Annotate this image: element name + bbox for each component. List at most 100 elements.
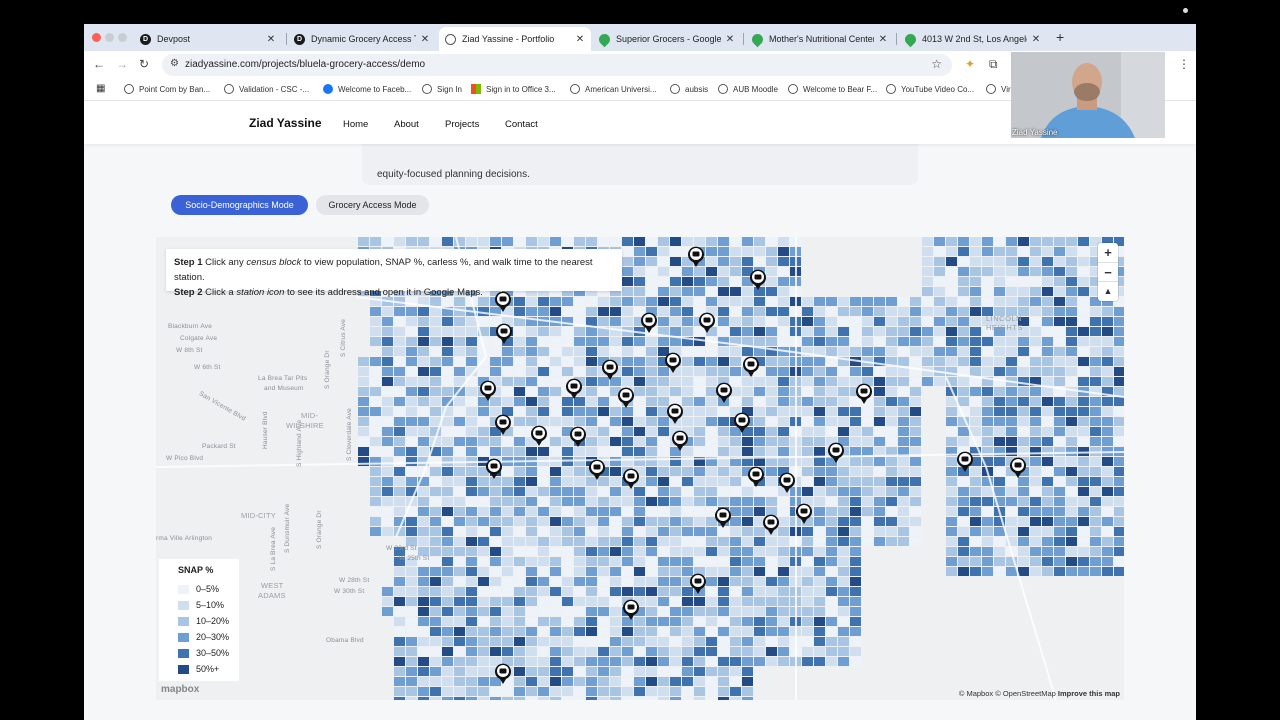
census-block[interactable] [502,577,513,586]
census-block[interactable] [706,417,717,426]
census-block[interactable] [610,527,621,536]
census-block[interactable] [946,527,957,536]
census-block[interactable] [538,307,549,316]
census-block[interactable] [754,627,765,636]
census-block[interactable] [862,307,873,316]
census-block[interactable] [562,597,573,606]
census-block[interactable] [694,597,705,606]
census-block[interactable] [1030,407,1041,416]
census-block[interactable] [634,287,645,296]
census-block[interactable] [682,607,693,616]
census-block[interactable] [430,527,441,536]
census-block[interactable] [610,487,621,496]
census-block[interactable] [574,647,585,656]
census-block[interactable] [490,557,501,566]
nav-projects[interactable]: Projects [445,119,479,130]
census-block[interactable] [394,307,405,316]
census-block[interactable] [526,547,537,556]
census-block[interactable] [850,567,861,576]
census-block[interactable] [1054,487,1065,496]
census-block[interactable] [454,477,465,486]
census-block[interactable] [526,357,537,366]
census-block[interactable] [922,267,933,276]
census-block[interactable] [658,697,669,700]
census-block[interactable] [766,447,777,456]
census-block[interactable] [1030,267,1041,276]
census-block[interactable] [562,607,573,616]
census-block[interactable] [958,507,969,516]
census-block[interactable] [550,527,561,536]
census-block[interactable] [394,357,405,366]
census-block[interactable] [442,317,453,326]
census-block[interactable] [946,297,957,306]
census-block[interactable] [1006,497,1017,506]
census-block[interactable] [418,577,429,586]
census-block[interactable] [850,527,861,536]
census-block[interactable] [1054,537,1065,546]
bookmark-item[interactable]: Validation - CSC -... [224,84,309,94]
census-block[interactable] [622,277,633,286]
close-icon[interactable]: ✕ [1031,34,1041,45]
census-block[interactable] [742,537,753,546]
census-block[interactable] [706,397,717,406]
census-block[interactable] [430,677,441,686]
census-block[interactable] [874,437,885,446]
census-block[interactable] [1078,487,1089,496]
census-block[interactable] [1018,257,1029,266]
census-block[interactable] [466,627,477,636]
census-block[interactable] [778,617,789,626]
census-block[interactable] [694,297,705,306]
census-block[interactable] [742,567,753,576]
census-block[interactable] [502,467,513,476]
census-block[interactable] [946,507,957,516]
census-block[interactable] [862,367,873,376]
census-block[interactable] [958,267,969,276]
census-block[interactable] [646,537,657,546]
census-block[interactable] [838,297,849,306]
census-block[interactable] [910,337,921,346]
census-block[interactable] [730,657,741,666]
census-block[interactable] [862,477,873,486]
census-block[interactable] [442,537,453,546]
census-block[interactable] [622,587,633,596]
census-block[interactable] [514,567,525,576]
bookmark-item[interactable]: Welcome to Bear F... [788,84,877,94]
census-block[interactable] [1006,277,1017,286]
census-block[interactable] [454,437,465,446]
census-block[interactable] [490,237,501,246]
census-block[interactable] [514,617,525,626]
census-block[interactable] [658,477,669,486]
census-block[interactable] [1006,437,1017,446]
census-block[interactable] [478,577,489,586]
census-block[interactable] [454,677,465,686]
census-block[interactable] [574,557,585,566]
census-block[interactable] [802,467,813,476]
census-block[interactable] [682,317,693,326]
census-block[interactable] [1114,487,1124,496]
census-block[interactable] [670,617,681,626]
census-block[interactable] [826,637,837,646]
census-block[interactable] [586,427,597,436]
census-block[interactable] [1078,557,1089,566]
census-block[interactable] [670,547,681,556]
census-block[interactable] [1078,277,1089,286]
census-block[interactable] [406,657,417,666]
census-block[interactable] [634,457,645,466]
census-block[interactable] [682,617,693,626]
census-block[interactable] [778,337,789,346]
census-block[interactable] [1018,537,1029,546]
census-block[interactable] [706,497,717,506]
census-block[interactable] [1006,247,1017,256]
census-block[interactable] [670,537,681,546]
census-block[interactable] [658,257,669,266]
census-block[interactable] [550,597,561,606]
census-block[interactable] [754,317,765,326]
census-block[interactable] [622,577,633,586]
census-block[interactable] [1054,347,1065,356]
census-block[interactable] [778,367,789,376]
census-block[interactable] [910,437,921,446]
census-block[interactable] [1078,367,1089,376]
census-block[interactable] [850,487,861,496]
census-block[interactable] [514,437,525,446]
census-block[interactable] [826,617,837,626]
